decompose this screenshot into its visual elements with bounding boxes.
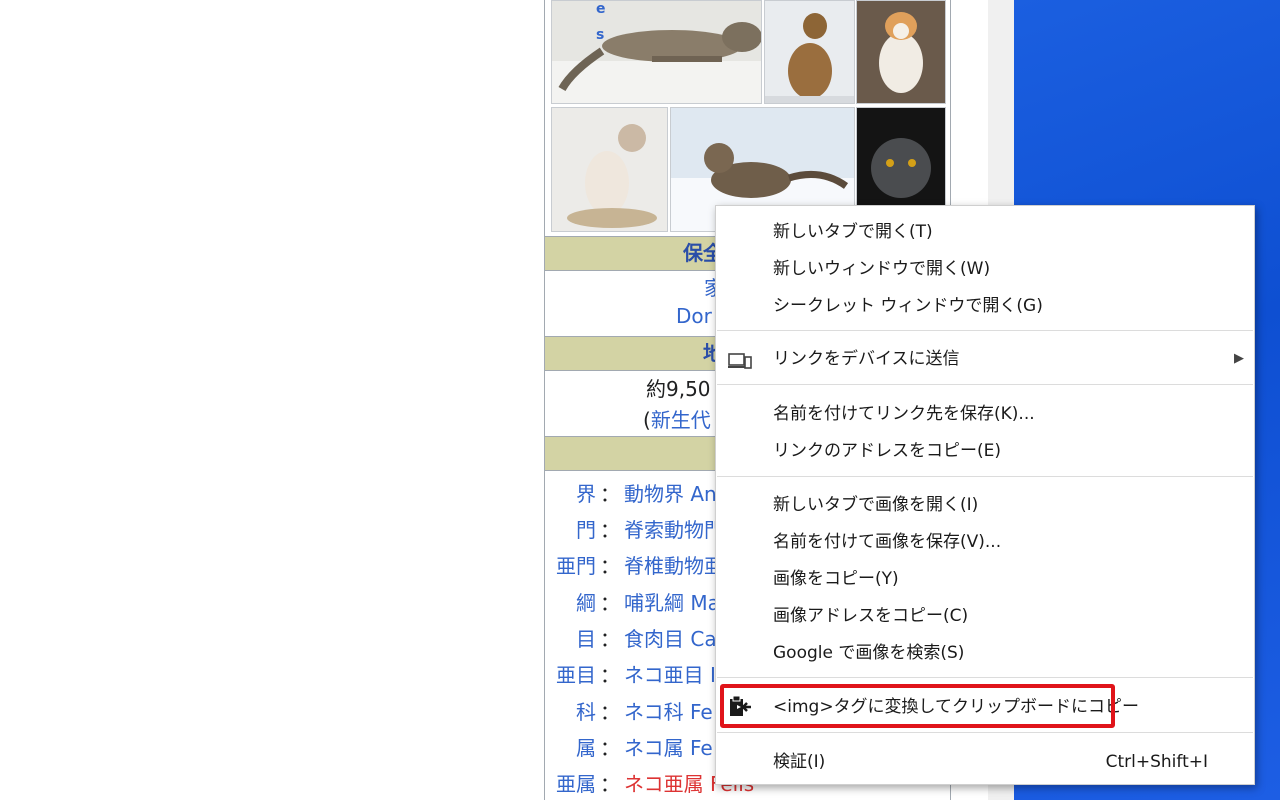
- cat-photo-orange-white[interactable]: [856, 0, 946, 104]
- taxonomy-row: 亜門：脊椎動物亜: [548, 550, 724, 579]
- status-line-2[interactable]: Dor: [676, 304, 712, 328]
- taxonomy-rank[interactable]: 綱: [548, 587, 596, 616]
- taxonomy-value[interactable]: 脊索動物門: [624, 518, 724, 542]
- era-link[interactable]: 新生代: [651, 408, 711, 432]
- menu-separator: [717, 677, 1253, 678]
- menu-inspect[interactable]: 検証(I) Ctrl+Shift+I: [716, 745, 1254, 779]
- menu-separator: [717, 476, 1253, 477]
- taxonomy-rank[interactable]: 目: [548, 623, 596, 652]
- menu-save-image-as[interactable]: 名前を付けて画像を保存(V)...: [716, 525, 1254, 559]
- taxonomy-colon: ：: [600, 518, 620, 542]
- taxonomy-row: 属：ネコ属 Fe: [548, 732, 713, 761]
- cat-photo-abyssinian[interactable]: [764, 0, 855, 104]
- taxonomy-rank[interactable]: 属: [548, 732, 596, 761]
- taxonomy-row: 亜目：ネコ亜目 I: [548, 659, 716, 688]
- taxonomy-colon: ：: [600, 482, 620, 506]
- menu-copy-image[interactable]: 画像をコピー(Y): [716, 562, 1254, 596]
- inspect-shortcut: Ctrl+Shift+I: [1105, 752, 1208, 772]
- devices-icon: [728, 349, 752, 369]
- taxonomy-row: 目：食肉目 Ca: [548, 623, 717, 652]
- context-menu: 新しいタブで開く(T) 新しいウィンドウで開く(W) シークレット ウィンドウで…: [715, 205, 1255, 785]
- fossil-range-text: 約9,50: [646, 377, 711, 401]
- taxonomy-rank[interactable]: 亜門: [548, 550, 596, 579]
- taxonomy-rank[interactable]: 亜属: [548, 768, 596, 797]
- taxonomy-value[interactable]: 哺乳綱 Ma: [624, 591, 720, 615]
- menu-open-incognito[interactable]: シークレット ウィンドウで開く(G): [716, 289, 1254, 323]
- menu-copy-link-address[interactable]: リンクのアドレスをコピー(E): [716, 434, 1254, 468]
- caption-fragment: e s: [596, 1, 606, 43]
- fossil-range-era: (新生代: [643, 408, 711, 432]
- menu-open-new-window[interactable]: 新しいウィンドウで開く(W): [716, 252, 1254, 286]
- highlight-box: [720, 684, 1115, 728]
- taxonomy-colon: ：: [600, 554, 620, 578]
- taxonomy-value[interactable]: 動物界 An: [624, 482, 717, 506]
- menu-open-image-new-tab[interactable]: 新しいタブで画像を開く(I): [716, 488, 1254, 522]
- menu-save-link-as[interactable]: 名前を付けてリンク先を保存(K)...: [716, 397, 1254, 431]
- taxonomy-colon: ：: [600, 591, 620, 615]
- taxonomy-row: 科：ネコ科 Fe: [548, 696, 713, 725]
- submenu-arrow-icon: ▶: [1234, 351, 1244, 366]
- taxonomy-colon: ：: [600, 700, 620, 724]
- taxonomy-value[interactable]: ネコ科 Fe: [624, 700, 713, 724]
- taxonomy-value[interactable]: 脊椎動物亜: [624, 554, 724, 578]
- taxonomy-row: 界：動物界 An: [548, 478, 717, 507]
- menu-open-new-tab[interactable]: 新しいタブで開く(T): [716, 215, 1254, 249]
- menu-separator: [717, 384, 1253, 385]
- taxonomy-colon: ：: [600, 663, 620, 687]
- menu-copy-image-address[interactable]: 画像アドレスをコピー(C): [716, 599, 1254, 633]
- taxonomy-colon: ：: [600, 736, 620, 760]
- menu-separator: [717, 330, 1253, 331]
- taxonomy-rank[interactable]: 界: [548, 478, 596, 507]
- menu-send-link-to-devices[interactable]: リンクをデバイスに送信 ▶: [716, 342, 1254, 376]
- taxonomy-colon: ：: [600, 772, 620, 796]
- cat-photo-tabby-lying[interactable]: [551, 0, 762, 104]
- taxonomy-row: 門：脊索動物門: [548, 514, 724, 543]
- taxonomy-value[interactable]: 食肉目 Ca: [624, 627, 717, 651]
- menu-search-image-google[interactable]: Google で画像を検索(S): [716, 636, 1254, 670]
- taxonomy-value[interactable]: ネコ亜目 I: [624, 663, 716, 687]
- taxonomy-row: 綱：哺乳綱 Ma: [548, 587, 720, 616]
- taxonomy-colon: ：: [600, 627, 620, 651]
- cat-photo-siamese[interactable]: [551, 107, 668, 232]
- taxonomy-rank[interactable]: 科: [548, 696, 596, 725]
- taxonomy-value[interactable]: ネコ属 Fe: [624, 736, 713, 760]
- taxonomy-rank[interactable]: 亜目: [548, 659, 596, 688]
- taxonomy-rank[interactable]: 門: [548, 514, 596, 543]
- menu-separator: [717, 732, 1253, 733]
